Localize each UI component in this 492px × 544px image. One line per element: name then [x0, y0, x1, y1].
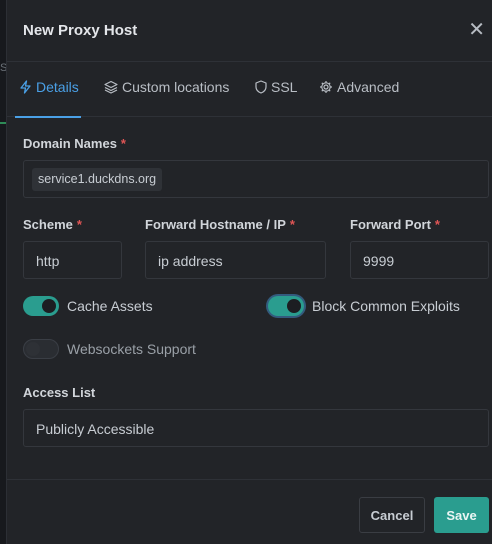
scheme-value: http: [36, 253, 60, 269]
cache-assets-label: Cache Assets: [67, 298, 153, 314]
scheme-label: Scheme *: [23, 217, 82, 232]
domain-chip[interactable]: service1.duckdns.org: [32, 168, 163, 191]
websockets-toggle[interactable]: [23, 339, 59, 359]
toggle-knob: [287, 299, 301, 313]
block-exploits-toggle[interactable]: [268, 296, 304, 316]
layers-icon: [104, 80, 118, 94]
required-marker: *: [289, 217, 295, 232]
required-marker: *: [76, 217, 82, 232]
proxy-host-modal: New Proxy Host ✕ Details Custom location…: [6, 0, 492, 544]
forward-host-label: Forward Hostname / IP *: [145, 217, 295, 232]
websockets-label: Websockets Support: [67, 341, 196, 357]
tab-details-label: Details: [36, 79, 79, 95]
tab-advanced[interactable]: Advanced: [319, 79, 399, 95]
block-exploits-label: Block Common Exploits: [312, 298, 460, 314]
forward-host-field[interactable]: ip address: [145, 241, 326, 279]
access-list-value: Publicly Accessible: [36, 421, 155, 437]
bolt-icon: [19, 80, 32, 94]
forward-port-field[interactable]: 9999: [350, 241, 489, 279]
forward-port-label: Forward Port *: [350, 217, 440, 232]
tab-bar: Details Custom locations SSL Advanced: [7, 62, 492, 118]
shield-icon: [255, 80, 267, 94]
access-list-select[interactable]: Publicly Accessible: [23, 409, 489, 447]
required-marker: *: [434, 217, 440, 232]
modal-header: New Proxy Host ✕: [7, 0, 492, 62]
scheme-field[interactable]: http: [23, 241, 122, 279]
cache-assets-toggle[interactable]: [23, 296, 59, 316]
required-marker: *: [120, 136, 126, 151]
modal-footer: Cancel Save: [7, 479, 492, 544]
forward-port-value: 9999: [363, 253, 395, 269]
tab-ssl-label: SSL: [271, 79, 298, 95]
domain-names-label: Domain Names *: [23, 136, 126, 151]
tab-custom-locations[interactable]: Custom locations: [104, 79, 229, 95]
forward-host-value: ip address: [158, 253, 223, 269]
access-list-label: Access List: [23, 385, 96, 400]
tab-details[interactable]: Details: [15, 79, 81, 118]
tab-advanced-label: Advanced: [337, 79, 400, 95]
gear-icon: [319, 80, 333, 94]
toggle-knob: [42, 299, 56, 313]
close-icon[interactable]: ✕: [468, 20, 485, 40]
tab-ssl[interactable]: SSL: [255, 79, 297, 95]
tab-custom-locations-label: Custom locations: [122, 79, 230, 95]
domain-names-input[interactable]: service1.duckdns.org: [23, 160, 489, 198]
cancel-button[interactable]: Cancel: [359, 497, 425, 533]
save-button[interactable]: Save: [434, 497, 489, 533]
toggle-knob: [26, 342, 40, 356]
modal-title: New Proxy Host: [23, 22, 138, 39]
